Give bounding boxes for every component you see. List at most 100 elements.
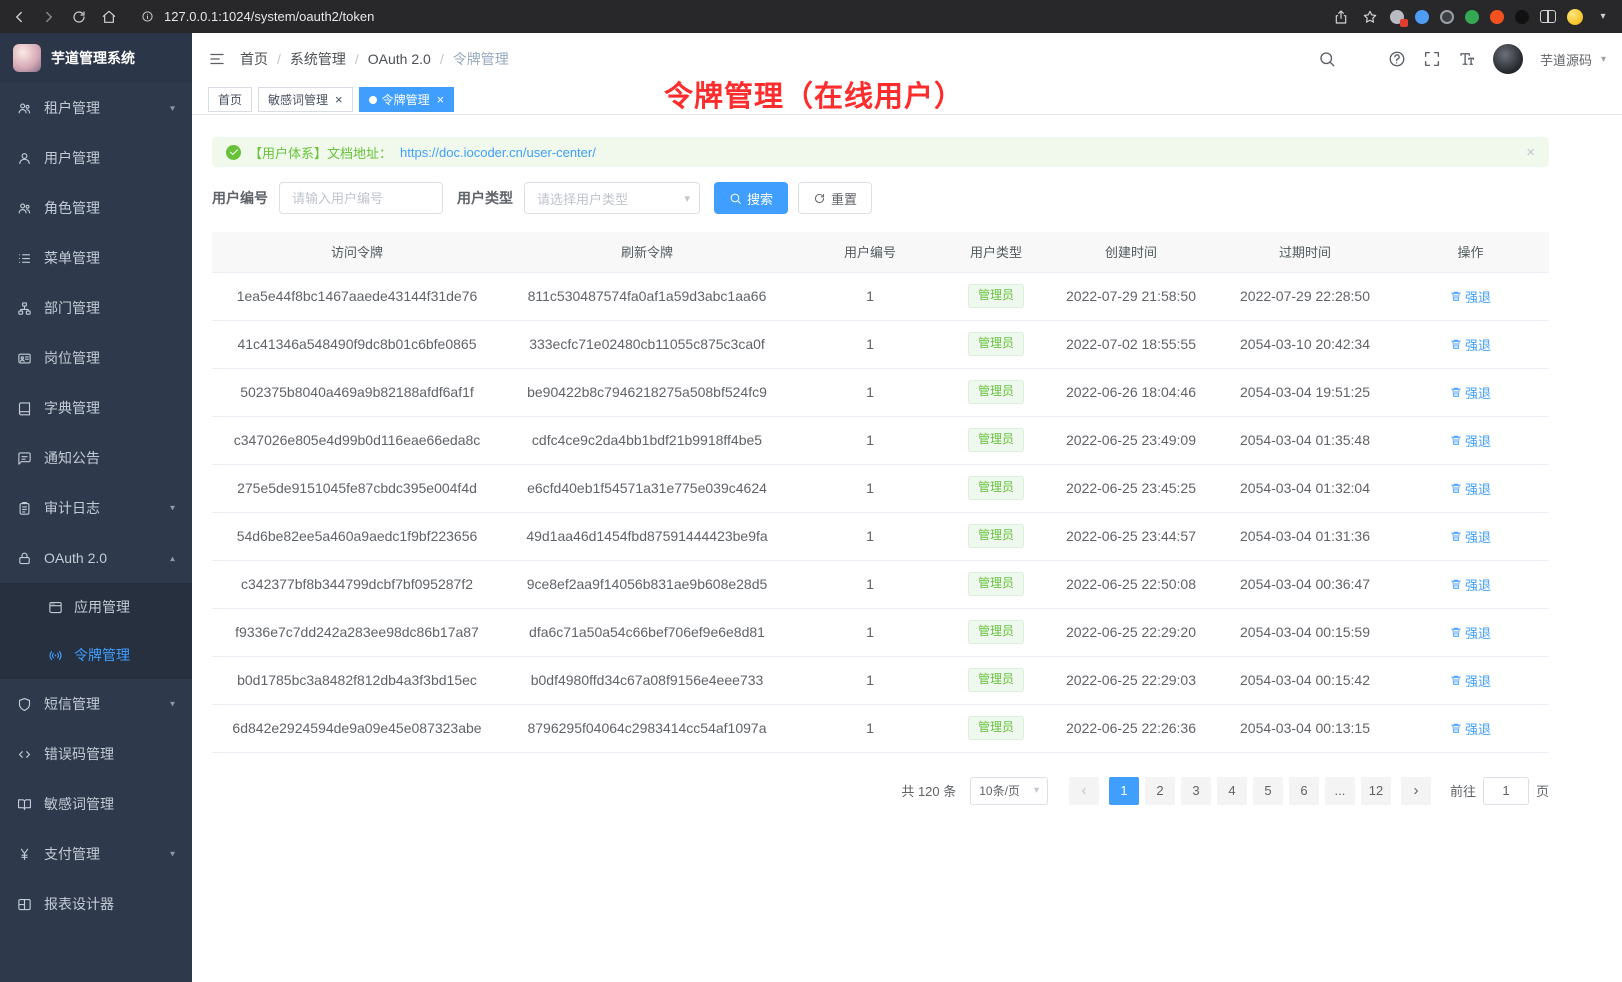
- browser-menu-caret-icon[interactable]: ▾: [1594, 8, 1612, 26]
- cell-user-id: 1: [792, 464, 948, 512]
- force-logout-button[interactable]: 强退: [1450, 623, 1491, 642]
- bookmark-star-icon[interactable]: [1361, 8, 1379, 26]
- user-type-select[interactable]: 请选择用户类型 ▾: [524, 182, 700, 214]
- table-row: 54d6be82ee5a460a9aedc1f9bf22365649d1aa46…: [212, 512, 1549, 560]
- search-icon: [729, 192, 742, 205]
- browser-home-icon[interactable]: [100, 8, 118, 26]
- user-menu-caret-icon[interactable]: ▾: [1601, 54, 1606, 65]
- sidebar-item-dict[interactable]: 字典管理: [0, 383, 192, 433]
- page-button-6[interactable]: 6: [1289, 777, 1319, 805]
- sidebar-item-sensitive-word[interactable]: 敏感词管理: [0, 779, 192, 829]
- sidebar-item-user[interactable]: 用户管理: [0, 133, 192, 183]
- breadcrumb-item-3[interactable]: OAuth 2.0: [368, 51, 431, 67]
- share-icon[interactable]: [1332, 8, 1350, 26]
- sidebar-item-pay[interactable]: 支付管理▾: [0, 829, 192, 879]
- profile-avatar-icon[interactable]: [1567, 9, 1583, 25]
- sidebar-item-label: 角色管理: [44, 198, 175, 218]
- tab-home[interactable]: 首页: [208, 87, 252, 112]
- sidebar-item-report[interactable]: 报表设计器: [0, 879, 192, 929]
- extension-icon-grid[interactable]: [1390, 10, 1404, 24]
- breadcrumb-item-1[interactable]: 首页: [240, 49, 268, 69]
- reset-button[interactable]: 重置: [798, 182, 872, 214]
- close-tab-icon[interactable]: ×: [335, 93, 343, 106]
- tab-split-icon[interactable]: [1540, 10, 1556, 23]
- sidebar-item-notice[interactable]: 通知公告: [0, 433, 192, 483]
- extension-icon-black[interactable]: [1515, 10, 1529, 24]
- sidebar-item-audit-log[interactable]: 审计日志▾: [0, 483, 192, 533]
- page-ellipsis[interactable]: ...: [1325, 777, 1355, 805]
- sidebar-toggle-icon[interactable]: [208, 50, 226, 68]
- user-avatar[interactable]: [1493, 44, 1523, 74]
- extension-icon-orange[interactable]: [1490, 10, 1504, 24]
- column-header-1: 访问令牌: [212, 232, 502, 272]
- sidebar-subitem-app[interactable]: 应用管理: [0, 583, 192, 631]
- cell-expire-time: 2054-03-04 19:51:25: [1218, 368, 1392, 416]
- extension-icon-dark[interactable]: [1440, 10, 1454, 24]
- close-tab-icon[interactable]: ×: [437, 93, 445, 106]
- sidebar-subitem-token[interactable]: 令牌管理: [0, 631, 192, 679]
- page-button-1[interactable]: 1: [1109, 777, 1139, 805]
- force-logout-button[interactable]: 强退: [1450, 383, 1491, 402]
- sidebar-item-oauth2[interactable]: OAuth 2.0▾: [0, 533, 192, 583]
- page-size-select[interactable]: 10条/页 ▾: [970, 777, 1048, 805]
- prev-page-button[interactable]: ‹: [1069, 777, 1099, 805]
- sidebar-item-label: 支付管理: [44, 844, 158, 864]
- check-icon: [228, 146, 240, 158]
- force-logout-button[interactable]: 强退: [1450, 527, 1491, 546]
- force-logout-button[interactable]: 强退: [1450, 287, 1491, 306]
- page-button-3[interactable]: 3: [1181, 777, 1211, 805]
- page-button-12[interactable]: 12: [1361, 777, 1391, 805]
- user-id-input[interactable]: [279, 182, 443, 214]
- alert-doc-link[interactable]: https://doc.iocoder.cn/user-center/: [400, 145, 596, 160]
- force-logout-button[interactable]: 强退: [1450, 575, 1491, 594]
- refresh-icon: [813, 192, 826, 205]
- extension-icon-green[interactable]: [1465, 10, 1479, 24]
- sidebar-item-post[interactable]: 岗位管理: [0, 333, 192, 383]
- next-page-button[interactable]: ›: [1401, 777, 1431, 805]
- force-logout-button[interactable]: 强退: [1450, 719, 1491, 738]
- tab-label: 令牌管理: [382, 91, 430, 108]
- font-size-icon[interactable]: [1458, 50, 1476, 68]
- address-bar[interactable]: 127.0.0.1:1024/system/oauth2/token: [138, 8, 1320, 26]
- fullscreen-icon[interactable]: [1423, 50, 1441, 68]
- sidebar-item-menu[interactable]: 菜单管理: [0, 233, 192, 283]
- search-button[interactable]: 搜索: [714, 182, 788, 214]
- site-info-icon[interactable]: [138, 8, 156, 26]
- sidebar-item-sms[interactable]: 短信管理▾: [0, 679, 192, 729]
- sidebar-item-error-code[interactable]: 错误码管理: [0, 729, 192, 779]
- chevron-down-icon: ▾: [1034, 785, 1039, 796]
- app-shell: 芋道管理系统 租户管理▾ 用户管理角色管理菜单管理部门管理岗位管理字典管理通知公告…: [0, 33, 1622, 982]
- tab-sensitive-word[interactable]: 敏感词管理×: [258, 87, 353, 112]
- sidebar-item-tenant[interactable]: 租户管理▾: [0, 83, 192, 133]
- github-icon[interactable]: M12 .5C5.65.5.5 5.65.5 12c0 5.08 3.29 9.…: [1353, 50, 1371, 68]
- sidebar-item-role[interactable]: 角色管理: [0, 183, 192, 233]
- close-alert-icon[interactable]: ×: [1526, 145, 1535, 160]
- page-button-4[interactable]: 4: [1217, 777, 1247, 805]
- user-name[interactable]: 芋道源码: [1540, 50, 1592, 69]
- lock-icon: [17, 551, 32, 566]
- sidebar-item-dept[interactable]: 部门管理: [0, 283, 192, 333]
- user-type-tag: 管理员: [968, 284, 1024, 308]
- browser-back-icon[interactable]: [10, 8, 28, 26]
- force-logout-button[interactable]: 强退: [1450, 671, 1491, 690]
- browser-forward-icon[interactable]: [40, 8, 58, 26]
- force-logout-button[interactable]: 强退: [1450, 479, 1491, 498]
- trash-icon: [1450, 290, 1462, 302]
- sidebar-item-label: 用户管理: [44, 148, 175, 168]
- help-icon[interactable]: [1388, 50, 1406, 68]
- jump-page-input[interactable]: [1483, 777, 1529, 805]
- force-logout-button[interactable]: 强退: [1450, 431, 1491, 450]
- page-button-5[interactable]: 5: [1253, 777, 1283, 805]
- cell-refresh-token: dfa6c71a50a54c66bef706ef9e6e8d81: [502, 608, 792, 656]
- table-body: 1ea5e44f8bc1467aaede43144f31de76811c5304…: [212, 272, 1549, 752]
- app-logo[interactable]: 芋道管理系统: [0, 33, 192, 83]
- page-button-2[interactable]: 2: [1145, 777, 1175, 805]
- tab-token[interactable]: 令牌管理 ×: [359, 87, 455, 112]
- chevron-down-icon: ▾: [684, 192, 690, 205]
- search-icon[interactable]: [1318, 50, 1336, 68]
- force-logout-button[interactable]: 强退: [1450, 335, 1491, 354]
- cell-access-token: f9336e7c7dd242a283ee98dc86b17a87: [212, 608, 502, 656]
- breadcrumb-item-2[interactable]: 系统管理: [290, 49, 346, 69]
- browser-reload-icon[interactable]: [70, 8, 88, 26]
- extension-icon-blue[interactable]: [1415, 10, 1429, 24]
